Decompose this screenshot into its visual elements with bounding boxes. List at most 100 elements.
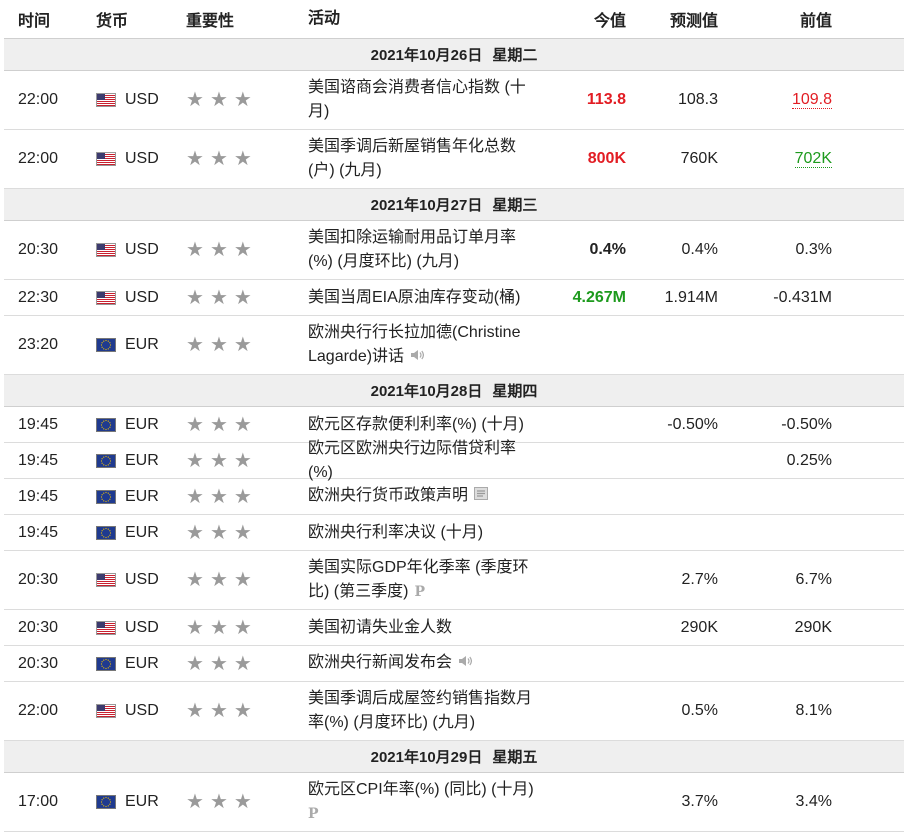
- date-row: 2021年10月27日 星期三: [4, 189, 904, 221]
- event-time: 19:45: [18, 487, 59, 505]
- date-row: 2021年10月26日 星期二: [4, 39, 904, 71]
- importance-stars: ★ ★ ★: [186, 288, 308, 308]
- event-time: 22:00: [18, 702, 59, 719]
- eu-flag-icon: [96, 417, 116, 432]
- star-icon: ★: [186, 569, 204, 591]
- date-label: 2021年10月28日: [370, 383, 483, 400]
- event-name-cell[interactable]: 欧元区CPI年率(%) (同比) (十月) P: [308, 778, 546, 826]
- event-currency: USD: [125, 241, 159, 258]
- table-row[interactable]: 22:00 USD ★ ★ ★ 美国季调后新屋销售年化总数(户) (九月) 800K…: [4, 130, 904, 189]
- event-time: 19:45: [18, 523, 59, 541]
- event-name[interactable]: 美国扣除运输耐用品订单月率(%) (月度环比) (九月): [308, 226, 546, 274]
- star-icon: ★: [209, 413, 228, 436]
- table-row[interactable]: 23:20 EUR ★ ★ ★ 欧洲央行行长拉加德(Christine Lagard…: [4, 316, 904, 375]
- star-icon: ★: [233, 652, 252, 675]
- event-name[interactable]: 欧元区CPI年率(%) (同比) (十月): [308, 781, 534, 798]
- event-name[interactable]: 美国当周EIA原油库存变动(桶): [308, 286, 546, 310]
- event-actual: 0.4%: [589, 241, 626, 258]
- event-name[interactable]: 欧洲央行利率决议 (十月): [308, 521, 546, 545]
- event-time: 19:45: [18, 451, 59, 469]
- event-time: 17:00: [18, 793, 59, 810]
- star-icon: ★: [209, 449, 228, 472]
- event-previous[interactable]: 702K: [794, 150, 832, 168]
- eu-flag-icon: [96, 338, 116, 352]
- table-row[interactable]: 17:00 EUR ★ ★ ★ 欧元区CPI年率(%) (同比) (十月) P 3.7…: [4, 773, 904, 832]
- star-icon: ★: [233, 791, 252, 813]
- event-previous: 0.3%: [795, 241, 832, 258]
- star-icon: ★: [186, 485, 204, 508]
- table-row[interactable]: 19:45 EUR ★ ★ ★ 欧洲央行货币政策声明: [4, 479, 904, 515]
- star-icon: ★: [233, 485, 252, 508]
- weekday-label: 星期四: [492, 383, 538, 400]
- event-name-cell[interactable]: 欧洲央行货币政策声明: [308, 484, 546, 508]
- event-previous[interactable]: 109.8: [791, 91, 832, 109]
- event-time: 20:30: [18, 241, 59, 258]
- event-currency: EUR: [125, 336, 159, 353]
- event-currency: EUR: [125, 487, 159, 505]
- table-row[interactable]: 22:30 USD ★ ★ ★ 美国当周EIA原油库存变动(桶) 4.267M 1.…: [4, 280, 904, 316]
- event-currency: USD: [125, 618, 159, 636]
- eu-flag-icon: [96, 489, 116, 504]
- star-icon: ★: [233, 148, 252, 170]
- table-row[interactable]: 20:30 USD ★ ★ ★ 美国初请失业金人数 290K 290K: [4, 610, 904, 646]
- event-name[interactable]: 美国季调后成屋签约销售指数月率(%) (月度环比) (九月): [308, 687, 546, 735]
- us-flag-icon: [96, 243, 116, 257]
- event-name[interactable]: 美国季调后新屋销售年化总数(户) (九月): [308, 135, 546, 183]
- table-row[interactable]: 20:30 USD ★ ★ ★ 美国扣除运输耐用品订单月率(%) (月度环比) (九…: [4, 221, 904, 280]
- table-row[interactable]: 22:00 USD ★ ★ ★ 美国季调后成屋签约销售指数月率(%) (月度环比) …: [4, 682, 904, 741]
- table-row[interactable]: 19:45 EUR ★ ★ ★ 欧洲央行利率决议 (十月): [4, 515, 904, 551]
- star-icon: ★: [209, 239, 228, 261]
- us-flag-icon: [96, 152, 116, 166]
- event-currency: USD: [125, 150, 159, 167]
- table-row[interactable]: 20:30 EUR ★ ★ ★ 欧洲央行新闻发布会: [4, 646, 904, 682]
- star-icon: ★: [209, 700, 228, 722]
- weekday-label: 星期二: [492, 47, 538, 64]
- event-currency: EUR: [125, 415, 159, 433]
- table-header: 时间 货币 重要性 活动 今值 预测值 前值: [4, 0, 904, 39]
- event-name[interactable]: 欧洲央行货币政策声明: [308, 488, 468, 505]
- event-name-cell[interactable]: 欧洲央行行长拉加德(Christine Lagarde)讲话: [308, 321, 546, 369]
- event-forecast: 108.3: [677, 91, 718, 108]
- star-icon: ★: [186, 616, 204, 639]
- importance-stars: ★ ★ ★: [186, 618, 308, 638]
- star-icon: ★: [209, 334, 228, 356]
- document-icon[interactable]: [474, 484, 489, 508]
- event-name-cell[interactable]: 美国实际GDP年化季率 (季度环比) (第三季度) P: [308, 556, 546, 604]
- us-flag-icon: [96, 573, 116, 587]
- event-name[interactable]: 欧元区存款便利利率(%) (十月): [308, 413, 546, 437]
- event-time: 20:30: [18, 571, 59, 588]
- weekday-label: 星期三: [492, 197, 538, 214]
- star-icon: ★: [186, 239, 204, 261]
- event-time: 22:00: [18, 91, 59, 108]
- event-currency: EUR: [125, 654, 159, 672]
- event-name[interactable]: 美国谘商会消费者信心指数 (十月): [308, 76, 546, 124]
- star-icon: ★: [233, 449, 252, 472]
- table-row[interactable]: 19:45 EUR ★ ★ ★ 欧元区欧洲央行边际借贷利率(%) 0.25%: [4, 440, 904, 481]
- star-icon: ★: [209, 569, 228, 591]
- event-actual: 4.267M: [572, 288, 626, 306]
- table-row[interactable]: 22:00 USD ★ ★ ★ 美国谘商会消费者信心指数 (十月) 113.8 10…: [4, 71, 904, 130]
- event-name[interactable]: 美国初请失业金人数: [308, 616, 546, 640]
- event-name-cell[interactable]: 欧洲央行新闻发布会: [308, 651, 546, 675]
- event-time: 23:20: [18, 336, 59, 353]
- event-name[interactable]: 欧洲央行新闻发布会: [308, 655, 452, 672]
- preliminary-p-icon[interactable]: P: [414, 584, 425, 600]
- star-icon: ★: [209, 148, 228, 170]
- importance-stars: ★ ★ ★: [186, 487, 308, 507]
- event-forecast: 3.7%: [681, 793, 718, 810]
- table-row[interactable]: 20:30 USD ★ ★ ★ 美国实际GDP年化季率 (季度环比) (第三季度) P…: [4, 551, 904, 610]
- importance-stars: ★ ★ ★: [186, 523, 308, 543]
- preliminary-p-icon[interactable]: P: [308, 806, 319, 822]
- event-name[interactable]: 欧元区欧洲央行边际借贷利率(%): [308, 437, 546, 485]
- star-icon: ★: [233, 569, 252, 591]
- us-flag-icon: [96, 290, 116, 305]
- header-currency: 货币: [96, 13, 129, 30]
- star-icon: ★: [233, 89, 252, 111]
- event-currency: USD: [125, 571, 159, 588]
- eu-flag-icon: [96, 525, 116, 540]
- star-icon: ★: [209, 89, 228, 111]
- importance-stars: ★ ★ ★: [186, 90, 308, 110]
- speaker-icon[interactable]: [458, 651, 473, 675]
- speaker-icon[interactable]: [410, 345, 425, 369]
- star-icon: ★: [186, 521, 204, 544]
